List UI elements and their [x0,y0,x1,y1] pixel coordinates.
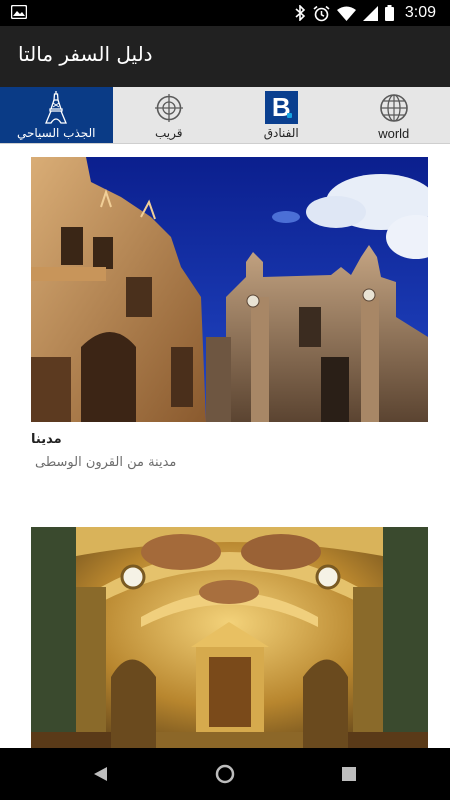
tab-label: الجذب السياحي [16,126,96,140]
booking-icon: B [264,91,298,124]
eiffel-tower-icon [43,91,69,124]
alarm-icon [313,5,330,21]
battery-icon [384,5,394,21]
tab-label: world [378,126,410,141]
tab-bar: الجذب السياحي قريب B الفنادق world [0,87,450,144]
app-bar: دليل السفر مالتا [0,26,450,87]
wifi-icon [336,6,356,21]
card-subtitle: مدينة من القرون الوسطى [35,455,177,470]
recents-icon[interactable] [342,767,356,781]
tab-nearby[interactable]: قريب [113,87,226,143]
card-title: مدينا [31,432,62,447]
attractions-list: مدينا مدينة من القرون الوسطى [0,144,450,748]
tab-hotels[interactable]: B الفنادق [225,87,338,143]
tab-world[interactable]: world [338,87,450,143]
tab-label: قريب [155,126,183,140]
globe-icon [379,91,409,124]
status-bar: 3:09 [0,0,450,26]
crosshair-icon [154,91,183,124]
co-cathedral-interior-photo [31,527,428,748]
bluetooth-icon [295,5,306,21]
home-icon[interactable] [215,764,235,784]
list-item[interactable]: مدينا مدينة من القرون الوسطى [31,157,428,477]
app-title: دليل السفر مالتا [18,42,153,66]
tab-label: الفنادق [263,126,299,140]
back-icon[interactable] [94,767,107,781]
signal-icon [362,5,378,21]
list-item[interactable] [31,527,428,748]
image-icon [11,5,27,19]
navigation-bar [0,748,450,800]
tab-attractions[interactable]: الجذب السياحي [0,87,113,143]
mdina-cathedral-photo [31,157,428,422]
clock-time: 3:09 [404,4,436,21]
